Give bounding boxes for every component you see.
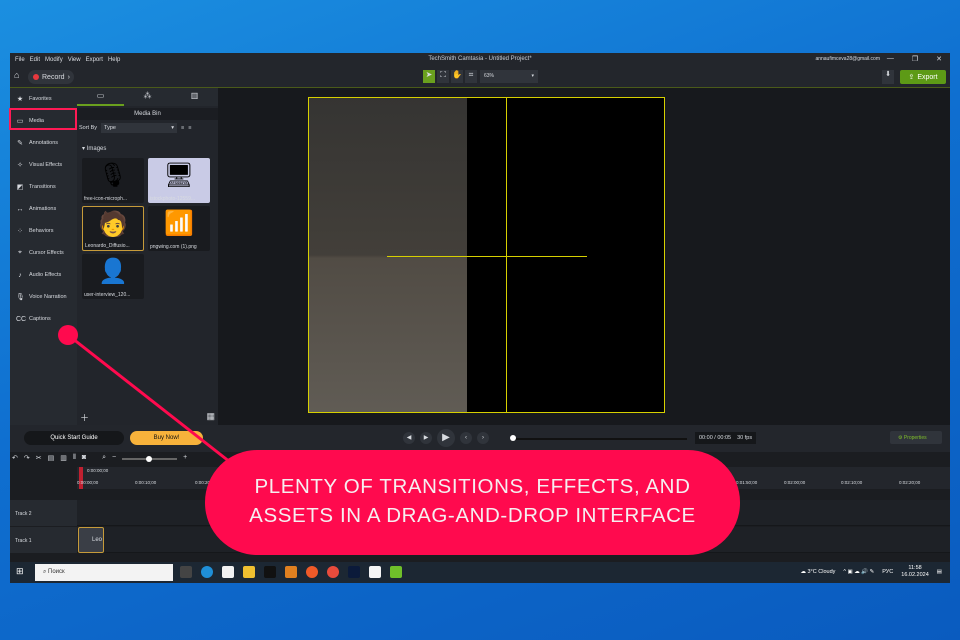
callout-pointer-dot [58, 325, 78, 345]
callout-line-1: PLENTY OF TRANSITIONS, EFFECTS, AND [254, 475, 691, 498]
callout-line-2: ASSETS IN A DRAG-AND-DROP INTERFACE [249, 504, 696, 527]
callout-banner: PLENTY OF TRANSITIONS, EFFECTS, AND ASSE… [205, 450, 740, 555]
